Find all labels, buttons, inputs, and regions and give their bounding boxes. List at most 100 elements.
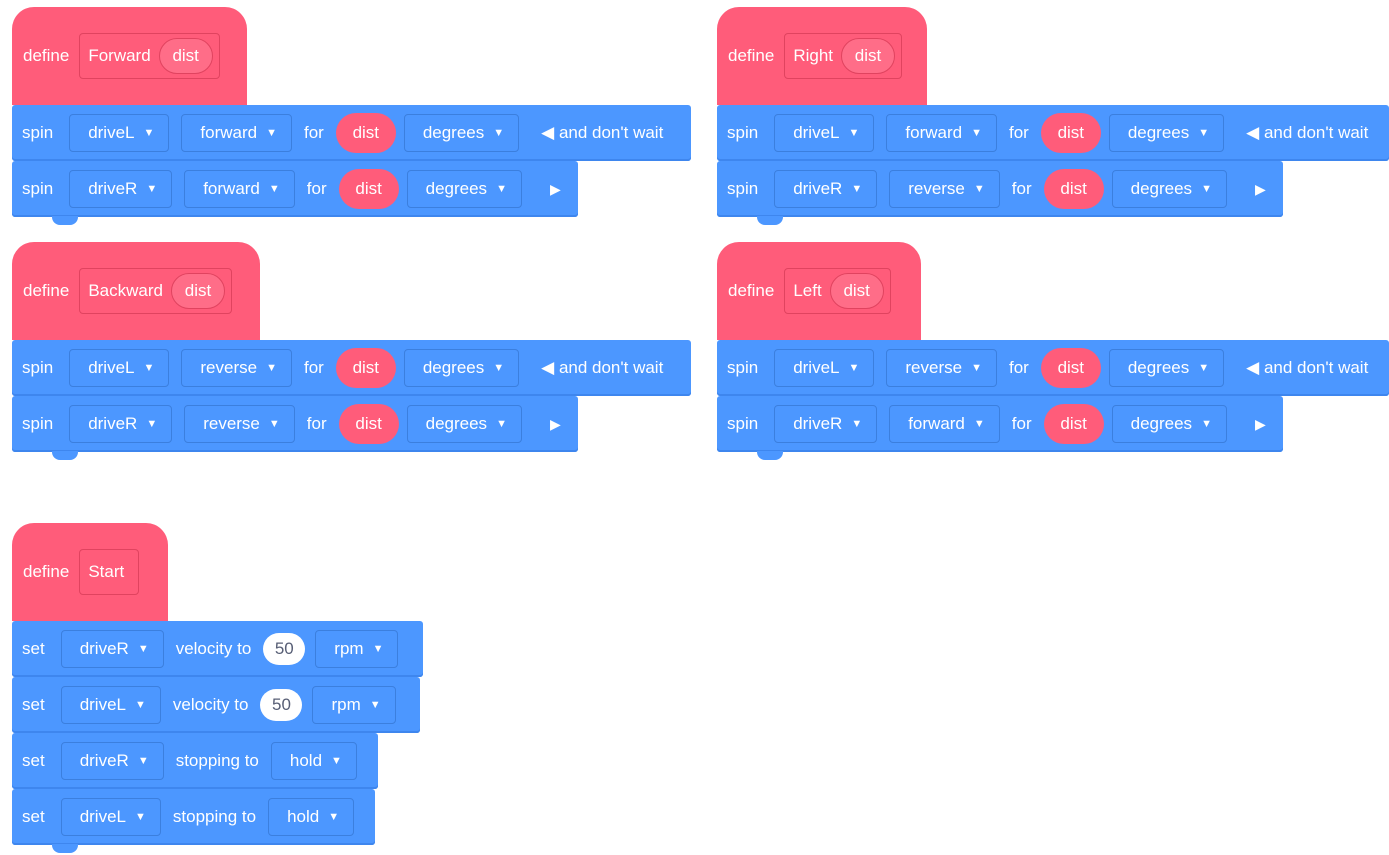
- chevron-down-icon: ▼: [973, 418, 985, 430]
- define-block-left[interactable]: define Left dist: [717, 242, 921, 340]
- set-stopping-block[interactable]: set driveL ▼ stopping to hold ▼: [12, 789, 375, 853]
- chevron-down-icon: ▼: [1198, 362, 1210, 374]
- dont-wait-toggle[interactable]: ◀ and don't wait: [1246, 358, 1368, 378]
- define-block-forward[interactable]: define Forward dist: [12, 7, 247, 105]
- unit-dropdown[interactable]: degrees ▼: [1108, 114, 1225, 152]
- motor-dropdown[interactable]: driveR ▼: [774, 405, 878, 443]
- dist-reporter[interactable]: dist: [1040, 348, 1101, 388]
- spin-block[interactable]: spin driveL ▼ forward ▼ for dist degrees ▼ …: [12, 105, 691, 161]
- define-block-start[interactable]: define Start: [12, 523, 168, 621]
- set-stopping-block[interactable]: set driveR ▼ stopping to hold ▼: [12, 733, 378, 789]
- motor-dropdown[interactable]: driveL ▼: [69, 114, 170, 152]
- argument-dist[interactable]: dist: [841, 38, 896, 74]
- dist-reporter[interactable]: dist: [1040, 113, 1101, 153]
- dist-reporter[interactable]: dist: [335, 348, 396, 388]
- set-velocity-block[interactable]: set driveL ▼ velocity to 50 rpm ▼: [12, 677, 420, 733]
- spin-block[interactable]: spin driveR ▼ reverse ▼ for dist degrees ▼ …: [12, 396, 578, 460]
- velocity-to-label: velocity to: [172, 695, 249, 714]
- spin-block[interactable]: spin driveR ▼ forward ▼ for dist degrees ▼ …: [12, 161, 578, 225]
- direction-dropdown[interactable]: forward ▼: [184, 170, 295, 208]
- block-notch: [757, 451, 783, 460]
- unit-dropdown[interactable]: degrees ▼: [403, 349, 520, 387]
- dont-wait-toggle[interactable]: ◀ and don't wait: [1246, 123, 1368, 143]
- spin-block[interactable]: spin driveR ▼ forward ▼ for dist degrees ▼ …: [717, 396, 1283, 460]
- direction-value: forward: [908, 414, 965, 433]
- direction-dropdown[interactable]: reverse ▼: [889, 170, 1000, 208]
- direction-dropdown[interactable]: reverse ▼: [181, 349, 292, 387]
- direction-dropdown[interactable]: forward ▼: [886, 114, 997, 152]
- unit-dropdown[interactable]: rpm ▼: [315, 630, 399, 668]
- dist-reporter[interactable]: dist: [335, 113, 396, 153]
- spin-label: spin: [727, 179, 759, 198]
- define-label: define: [23, 46, 70, 65]
- velocity-input[interactable]: 50: [263, 633, 306, 665]
- unit-dropdown[interactable]: degrees ▼: [1111, 170, 1227, 208]
- direction-dropdown[interactable]: forward ▼: [181, 114, 292, 152]
- unit-dropdown[interactable]: degrees ▼: [1108, 349, 1225, 387]
- motor-value: driveR: [79, 639, 129, 658]
- define-label: define: [23, 562, 70, 581]
- motor-dropdown[interactable]: driveR ▼: [60, 630, 164, 668]
- expand-arrow-icon[interactable]: ▶: [550, 181, 561, 198]
- motor-dropdown[interactable]: driveR ▼: [60, 742, 164, 780]
- procedure-prototype[interactable]: Right dist: [784, 33, 903, 79]
- spin-block[interactable]: spin driveL ▼ reverse ▼ for dist degrees ▼ …: [12, 340, 691, 396]
- expand-arrow-icon[interactable]: ▶: [550, 416, 561, 433]
- stopping-mode-dropdown[interactable]: hold ▼: [270, 742, 357, 780]
- motor-dropdown[interactable]: driveL ▼: [60, 798, 161, 836]
- unit-dropdown[interactable]: rpm ▼: [312, 686, 396, 724]
- stopping-mode-dropdown[interactable]: hold ▼: [268, 798, 355, 836]
- direction-dropdown[interactable]: forward ▼: [889, 405, 1000, 443]
- set-label: set: [22, 751, 45, 770]
- dist-reporter[interactable]: dist: [338, 404, 399, 444]
- procedure-prototype[interactable]: Left dist: [784, 268, 891, 314]
- for-label: for: [306, 179, 327, 198]
- stopping-to-label: stopping to: [172, 807, 257, 826]
- unit-dropdown[interactable]: degrees ▼: [403, 114, 520, 152]
- velocity-to-label: velocity to: [175, 639, 252, 658]
- unit-value: degrees: [422, 123, 485, 142]
- chevron-down-icon: ▼: [973, 183, 985, 195]
- define-block-right[interactable]: define Right dist: [717, 7, 927, 105]
- velocity-input[interactable]: 50: [260, 689, 303, 721]
- direction-dropdown[interactable]: reverse ▼: [184, 405, 295, 443]
- spin-block[interactable]: spin driveR ▼ reverse ▼ for dist degrees ▼ …: [717, 161, 1283, 225]
- unit-dropdown[interactable]: degrees ▼: [406, 170, 522, 208]
- argument-dist[interactable]: dist: [170, 273, 225, 309]
- chevron-down-icon: ▼: [143, 127, 155, 139]
- direction-value: reverse: [200, 358, 258, 377]
- for-label: for: [1008, 358, 1029, 377]
- chevron-down-icon: ▼: [369, 699, 381, 711]
- procedure-prototype[interactable]: Start: [79, 549, 140, 595]
- motor-dropdown[interactable]: driveL ▼: [774, 349, 875, 387]
- motor-dropdown[interactable]: driveL ▼: [774, 114, 875, 152]
- expand-arrow-icon[interactable]: ▶: [1255, 181, 1266, 198]
- dist-reporter[interactable]: dist: [1043, 404, 1104, 444]
- procedure-prototype[interactable]: Backward dist: [79, 268, 232, 314]
- unit-dropdown[interactable]: degrees ▼: [1111, 405, 1227, 443]
- motor-value: driveR: [88, 414, 138, 433]
- unit-value: degrees: [1130, 179, 1193, 198]
- define-block-backward[interactable]: define Backward dist: [12, 242, 260, 340]
- unit-dropdown[interactable]: degrees ▼: [406, 405, 522, 443]
- unit-value: degrees: [422, 358, 485, 377]
- set-velocity-block[interactable]: set driveR ▼ velocity to 50 rpm ▼: [12, 621, 423, 677]
- direction-dropdown[interactable]: reverse ▼: [886, 349, 997, 387]
- motor-dropdown[interactable]: driveL ▼: [69, 349, 170, 387]
- argument-dist[interactable]: dist: [158, 38, 213, 74]
- expand-arrow-icon[interactable]: ▶: [1255, 416, 1266, 433]
- argument-dist[interactable]: dist: [829, 273, 884, 309]
- spin-block[interactable]: spin driveL ▼ forward ▼ for dist degrees ▼ …: [717, 105, 1389, 161]
- dont-wait-toggle[interactable]: ◀ and don't wait: [541, 358, 663, 378]
- motor-dropdown[interactable]: driveL ▼: [60, 686, 161, 724]
- chevron-down-icon: ▼: [331, 755, 342, 767]
- dont-wait-toggle[interactable]: ◀ and don't wait: [541, 123, 663, 143]
- motor-dropdown[interactable]: driveR ▼: [69, 170, 173, 208]
- dist-reporter[interactable]: dist: [1043, 169, 1104, 209]
- procedure-prototype[interactable]: Forward dist: [79, 33, 220, 79]
- dist-reporter[interactable]: dist: [338, 169, 399, 209]
- motor-dropdown[interactable]: driveR ▼: [69, 405, 173, 443]
- motor-dropdown[interactable]: driveR ▼: [774, 170, 878, 208]
- chevron-down-icon: ▼: [268, 418, 280, 430]
- spin-block[interactable]: spin driveL ▼ reverse ▼ for dist degrees ▼ …: [717, 340, 1389, 396]
